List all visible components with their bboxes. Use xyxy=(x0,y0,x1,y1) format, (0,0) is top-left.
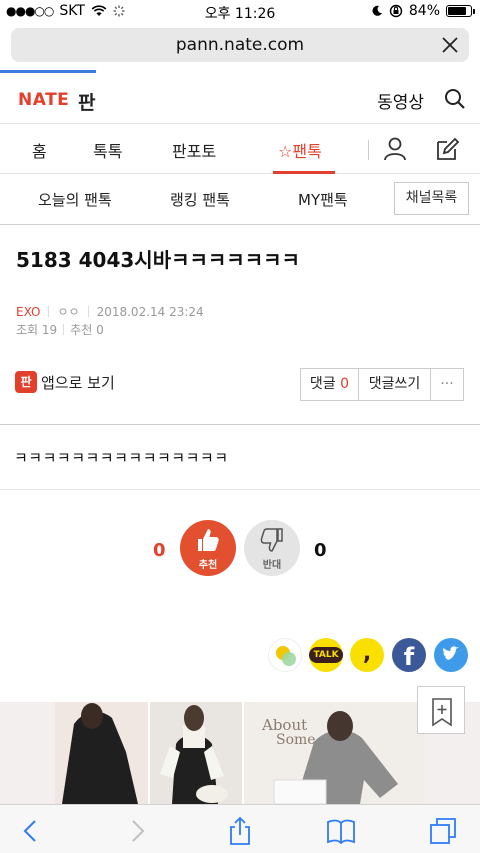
facebook-icon: f xyxy=(403,643,415,671)
kakaostory-icon xyxy=(276,646,296,666)
user-icon[interactable] xyxy=(382,136,408,162)
thumbs-down-icon xyxy=(260,528,283,552)
battery-percent: 84% xyxy=(408,3,440,19)
subtab-today[interactable]: 오늘의 팬톡 xyxy=(38,189,112,210)
upvote-label: 추천 xyxy=(198,560,218,571)
kakao-comma-icon: , xyxy=(362,641,372,666)
comment-count: 0 xyxy=(340,376,350,392)
nate-logo[interactable]: NATE xyxy=(18,90,69,110)
pann-logo[interactable]: 판 xyxy=(78,88,95,115)
downvote-button[interactable]: 반대 xyxy=(244,520,300,576)
twitter-icon xyxy=(443,646,459,661)
meta-divider xyxy=(87,306,89,317)
browser-toolbar xyxy=(0,804,480,853)
post-author: ㅇㅇ xyxy=(57,305,80,319)
status-right: 84% xyxy=(371,3,475,19)
video-link[interactable]: 동영상 xyxy=(377,88,424,113)
scrap-button[interactable] xyxy=(417,686,465,734)
more-button[interactable]: ··· xyxy=(431,369,463,400)
downvote-count: 0 xyxy=(314,540,327,561)
recommend-count: 추천 0 xyxy=(70,323,104,337)
back-icon[interactable] xyxy=(16,816,46,846)
battery-fill xyxy=(448,7,466,15)
main-nav: 홈 톡톡 판포토 ☆팬톡 xyxy=(0,124,480,174)
divider xyxy=(0,489,480,490)
comment-button-group: 댓글 0 댓글쓰기 ··· xyxy=(300,368,464,401)
thumbs-up-icon xyxy=(198,529,219,551)
search-icon[interactable] xyxy=(444,88,466,110)
tab-home[interactable]: 홈 xyxy=(32,138,47,162)
meta-divider xyxy=(63,324,65,335)
post-date: 2018.02.14 23:24 xyxy=(96,304,204,319)
rotation-lock-icon xyxy=(389,4,403,18)
ad-banner[interactable]: About Some xyxy=(0,702,480,804)
tab-toktok[interactable]: 톡톡 xyxy=(93,138,122,162)
kakaotalk-icon: TALK xyxy=(309,647,343,663)
edit-icon[interactable] xyxy=(434,136,460,162)
site-header: NATE 판 동영상 xyxy=(0,76,480,124)
tab-pannphoto[interactable]: 판포토 xyxy=(172,138,216,162)
sub-nav: 오늘의 팬톡 랭킹 팬톡 MY팬톡 채널목록 xyxy=(0,174,480,225)
banner-text-some: Some xyxy=(276,732,316,748)
downvote-label: 반대 xyxy=(262,560,282,571)
page-load-progress xyxy=(0,70,96,73)
pann-app-icon: 판 xyxy=(15,371,37,393)
open-in-app-label: 앱으로 보기 xyxy=(41,373,115,392)
comment-button[interactable]: 댓글 0 xyxy=(301,369,359,400)
banner-image xyxy=(55,702,424,804)
subtab-ranking[interactable]: 랭킹 팬톡 xyxy=(170,189,230,210)
subtab-my[interactable]: MY팬톡 xyxy=(298,189,348,210)
divider xyxy=(0,424,480,425)
post-channel[interactable]: EXO xyxy=(16,305,40,319)
tabs-icon[interactable] xyxy=(428,816,458,846)
kakao-share-button[interactable]: , xyxy=(350,638,384,672)
facebook-share-button[interactable]: f xyxy=(392,638,426,672)
upvote-button[interactable]: 추천 xyxy=(180,520,236,576)
kakaostory-share-button[interactable] xyxy=(268,638,302,672)
meta-divider xyxy=(48,306,50,317)
battery-icon xyxy=(446,5,475,17)
twitter-share-button[interactable] xyxy=(434,638,468,672)
kakaotalk-share-button[interactable]: TALK xyxy=(309,638,343,672)
upvote-count: 0 xyxy=(153,540,166,561)
url-text[interactable]: pann.nate.com xyxy=(11,35,469,55)
post-meta: EXO ㅇㅇ 2018.02.14 23:24 xyxy=(16,303,204,320)
channel-list-button[interactable]: 채널목록 xyxy=(394,182,469,215)
address-bar[interactable]: pann.nate.com xyxy=(11,28,469,62)
status-bar: ●●●○○ SKT 오후 11:26 84% xyxy=(0,0,480,24)
open-in-app-link[interactable]: 판 앱으로 보기 xyxy=(15,371,115,393)
post-stats: 조회 19 추천 0 xyxy=(16,321,104,338)
forward-icon[interactable] xyxy=(122,816,152,846)
bookmark-add-icon xyxy=(432,698,452,727)
bookmarks-icon[interactable] xyxy=(326,816,356,846)
share-icon[interactable] xyxy=(225,816,255,846)
post-body: ㅋㅋㅋㅋㅋㅋㅋㅋㅋㅋㅋㅋㅋㅋㅋ xyxy=(14,449,229,467)
write-comment-button[interactable]: 댓글쓰기 xyxy=(359,369,431,400)
post-title: 5183 4043시바ㅋㅋㅋㅋㅋㅋㅋ xyxy=(16,248,300,272)
close-icon[interactable] xyxy=(441,36,459,54)
comment-label: 댓글 xyxy=(309,376,336,392)
tab-fantalk[interactable]: ☆팬톡 xyxy=(278,138,322,162)
nav-divider xyxy=(368,140,369,160)
view-count: 조회 19 xyxy=(16,323,58,337)
moon-icon xyxy=(372,5,382,16)
